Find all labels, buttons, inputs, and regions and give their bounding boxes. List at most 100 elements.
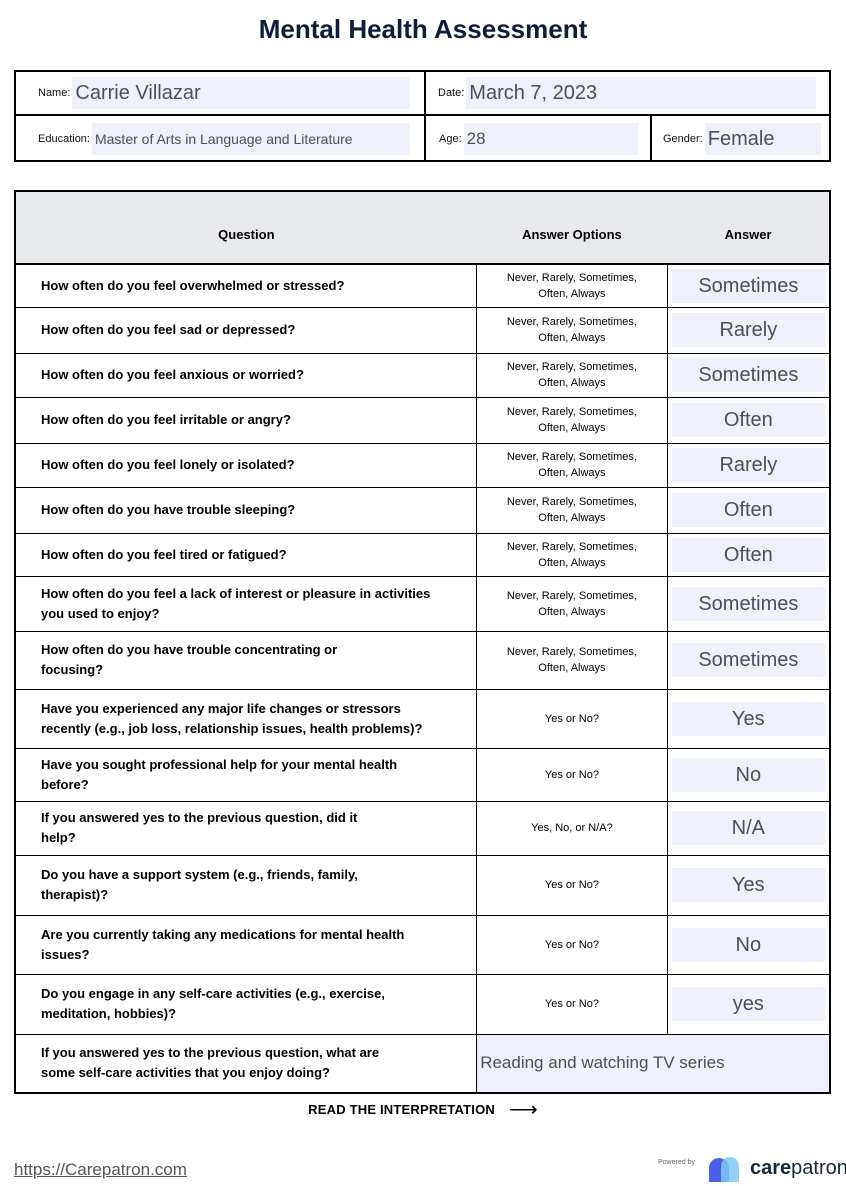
answer-options-line1: Yes or No?	[544, 998, 599, 1010]
question-cell: Do you engage in any self-care activitie…	[15, 973, 477, 1034]
answer-options-line1: Never, Rarely, Sometimes,	[506, 271, 637, 284]
table-row: Do you have a support system (e.g., frie…	[15, 854, 830, 915]
answer-cell: Yes	[667, 854, 830, 915]
answer-field[interactable]: Often	[671, 493, 825, 527]
table-header-row: Question Answer Options Answer	[15, 191, 830, 265]
answer-field[interactable]: Sometimes	[671, 586, 825, 621]
question-text-line2: some self-care activities that you enjoy…	[41, 1065, 330, 1081]
answer-field[interactable]: Yes	[671, 868, 825, 902]
answer-options-line1: Never, Rarely, Sometimes,	[506, 316, 637, 328]
answer-field[interactable]: Yes	[671, 701, 825, 736]
answer-cell: No	[667, 914, 830, 974]
answer-cell: yes	[667, 973, 830, 1034]
question-cell: How often do you feel sad or depressed?	[15, 306, 477, 353]
education-field[interactable]: Master of Arts in Language and Literatur…	[91, 123, 410, 155]
answer-field[interactable]: Rarely	[671, 448, 825, 482]
answer-options-cell: Yes or No?	[476, 973, 668, 1034]
arrow-right-icon: ⟶	[508, 1099, 538, 1121]
answer-options-line2: Often, Always	[538, 467, 606, 479]
gender-label: Gender:	[663, 133, 703, 145]
name-field[interactable]: Carrie Villazar	[72, 77, 411, 109]
question-cell: How often do you have trouble concentrat…	[15, 630, 477, 689]
question-cell: How often do you feel tired or fatigued?	[15, 532, 477, 576]
question-text-line2: issues?	[41, 946, 90, 962]
question-text-line1: How often do you feel a lack of interest…	[41, 585, 431, 601]
question-text-line1: Do you have a support system (e.g., frie…	[41, 867, 358, 882]
question-cell: How often do you feel overwhelmed or str…	[15, 263, 477, 307]
answer-options-line2: Often, Always	[538, 332, 606, 344]
question-text-line2: meditation, hobbies)?	[41, 1006, 177, 1021]
answer-field[interactable]: Sometimes	[671, 643, 825, 677]
carepatron-url-link[interactable]: https://Carepatron.com	[14, 1160, 187, 1180]
answer-field[interactable]: yes	[671, 987, 825, 1021]
question-text-line2: you used to enjoy?	[41, 605, 160, 621]
answer-options-line2: Often, Always	[538, 556, 606, 569]
education-cell: Education: Master of Arts in Language an…	[16, 116, 424, 162]
question-text-line1: How often do you feel overwhelmed or str…	[41, 277, 345, 293]
education-label: Education:	[38, 133, 90, 145]
answer-field[interactable]: Rarely	[671, 313, 825, 347]
answer-field[interactable]: N/A	[671, 811, 825, 845]
table-row: How often do you feel overwhelmed or str…	[15, 263, 830, 307]
question-text-line1: How often do you feel lonely or isolated…	[41, 457, 295, 472]
header-question: Question	[15, 191, 477, 265]
answer-cell: Sometimes	[667, 352, 830, 397]
header-answer: Answer	[667, 191, 830, 265]
question-cell: How often do you feel lonely or isolated…	[15, 442, 477, 487]
table-row: How often do you have trouble concentrat…	[15, 630, 830, 689]
answer-options-line2: Often, Always	[538, 287, 606, 300]
question-text-line1: How often do you feel tired or fatigued?	[41, 546, 287, 562]
answer-field[interactable]: Sometimes	[671, 358, 825, 392]
answer-field[interactable]: No	[671, 927, 825, 962]
answer-options-line1: Yes or No?	[544, 879, 599, 891]
question-text-line1: How often do you feel anxious or worried…	[41, 367, 304, 382]
question-text-line1: How often do you have trouble concentrat…	[41, 642, 338, 657]
answer-options-line1: Never, Rarely, Sometimes,	[506, 540, 637, 553]
age-field[interactable]: 28	[463, 123, 638, 155]
answer-options-line2: Often, Always	[538, 662, 606, 674]
patient-info-box: Name: Carrie Villazar Date: March 7, 202…	[14, 70, 831, 162]
answer-options-line1: Never, Rarely, Sometimes,	[506, 451, 637, 463]
question-cell: Do you have a support system (e.g., frie…	[15, 854, 477, 915]
table-row: How often do you feel a lack of interest…	[15, 575, 830, 631]
answer-cell: No	[667, 747, 830, 801]
table-row: Have you experienced any major life chan…	[15, 688, 830, 748]
table-row: How often do you feel tired or fatigued?…	[15, 532, 830, 576]
age-label: Age:	[439, 133, 462, 145]
answer-field[interactable]: No	[671, 757, 825, 792]
question-cell: If you answered yes to the previous ques…	[15, 800, 477, 855]
answer-cell: Rarely	[667, 306, 830, 353]
answer-options-cell: Never, Rarely, Sometimes, Often, Always	[476, 532, 668, 576]
question-text-line2: therapist)?	[41, 887, 109, 902]
answer-options-cell: Never, Rarely, Sometimes, Often, Always	[476, 486, 668, 533]
table-row: Are you currently taking any medications…	[15, 914, 830, 974]
question-cell: If you answered yes to the previous ques…	[15, 1033, 477, 1093]
answer-cell: Sometimes	[667, 630, 830, 689]
answer-options-cell: Never, Rarely, Sometimes, Often, Always	[476, 575, 668, 631]
answer-options-line1: Yes or No?	[544, 712, 599, 725]
answer-cell: Often	[667, 396, 830, 443]
answer-options-cell: Never, Rarely, Sometimes, Often, Always	[476, 630, 668, 689]
answer-field[interactable]: Often	[671, 403, 825, 437]
read-interpretation-link[interactable]: READ THE INTERPRETATION ⟶	[0, 1097, 846, 1122]
answer-options-line1: Never, Rarely, Sometimes,	[506, 496, 637, 508]
answer-options-line1: Yes, No, or N/A?	[531, 822, 613, 834]
answer-cell: Often	[667, 532, 830, 576]
answer-options-cell: Yes or No?	[476, 747, 668, 801]
self-care-answer-field[interactable]: Reading and watching TV series	[476, 1033, 830, 1093]
answer-field[interactable]: Often	[671, 537, 825, 572]
date-field[interactable]: March 7, 2023	[466, 77, 817, 109]
answer-field[interactable]: Sometimes	[671, 268, 825, 303]
table-row: How often do you feel sad or depressed? N…	[15, 306, 830, 353]
answer-options-line1: Never, Rarely, Sometimes,	[506, 361, 637, 373]
gender-field[interactable]: Female	[704, 123, 821, 155]
page-title: Mental Health Assessment	[258, 14, 588, 44]
question-text-line2: before?	[41, 776, 89, 792]
answer-options-line2: Often, Always	[538, 605, 606, 618]
answer-options-line1: Never, Rarely, Sometimes,	[506, 646, 637, 658]
table-row: How often do you feel anxious or worried…	[15, 352, 830, 397]
question-cell: Have you sought professional help for yo…	[15, 747, 477, 801]
carepatron-brand: carepatron	[750, 1157, 846, 1179]
header-answer-options: Answer Options	[476, 191, 668, 265]
name-label: Name:	[38, 87, 71, 99]
